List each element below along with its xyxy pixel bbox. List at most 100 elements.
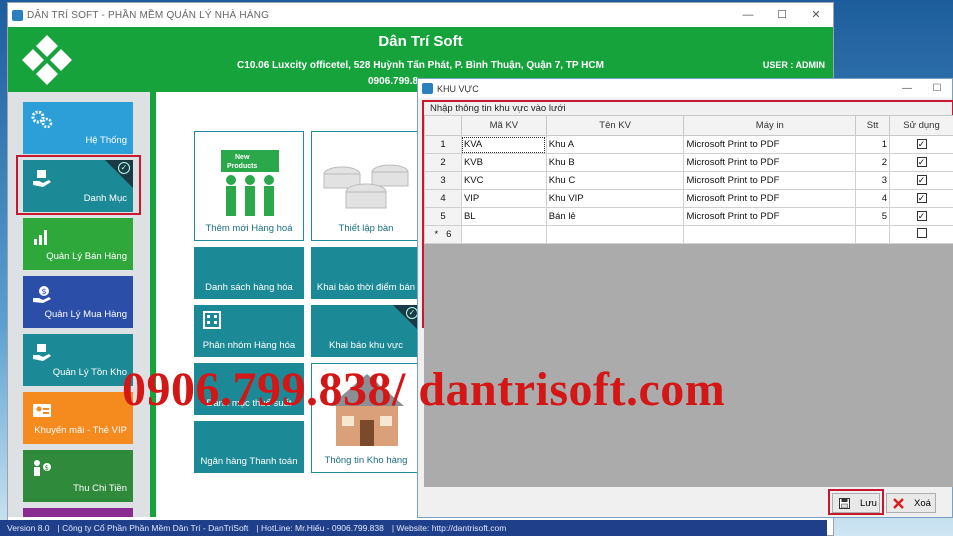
- column-header-su-dung[interactable]: Sử dụng: [889, 115, 953, 136]
- tile-label: Khai báo khu vực: [329, 340, 403, 351]
- sidebar-item-label: Hệ Thống: [85, 135, 127, 146]
- cell-ten-kv[interactable]: Khu B: [545, 153, 685, 172]
- table-row[interactable]: 2 KVB Khu B Microsoft Print to PDF 2 ✓: [424, 153, 953, 172]
- table-row[interactable]: 1 KVA Khu A Microsoft Print to PDF 1 ✓: [424, 135, 953, 154]
- cell-ten-kv[interactable]: Khu VIP: [545, 189, 685, 208]
- table-row[interactable]: 5 BL Bán lẻ Microsoft Print to PDF 5 ✓: [424, 207, 953, 226]
- tile-danh-sach-hang-hoa[interactable]: Danh sách hàng hóa: [194, 247, 304, 299]
- cell-ma-kv[interactable]: BL: [460, 207, 547, 226]
- sidebar-item-label: Quản Lý Bán Hàng: [46, 251, 127, 262]
- cell-stt[interactable]: 1: [855, 135, 891, 154]
- tile-thiet-lap-ban[interactable]: Thiết lập bàn: [311, 131, 421, 241]
- company-name: Dân Trí Soft: [378, 33, 463, 50]
- checkbox-checked[interactable]: ✓: [916, 193, 927, 203]
- checkbox-checked[interactable]: ✓: [916, 157, 927, 167]
- svg-text:Products: Products: [227, 163, 257, 170]
- cell-stt[interactable]: 5: [855, 207, 891, 226]
- save-button-highlight: [828, 489, 884, 515]
- sidebar-item-khuyen-mai[interactable]: Khuyến mãi - Thẻ VIP: [23, 392, 133, 444]
- row-header-corner: [424, 115, 462, 136]
- sidebar-item-he-thong[interactable]: Hệ Thống: [23, 102, 133, 154]
- status-website[interactable]: Website: http://dantrisoft.com: [396, 523, 506, 533]
- cell-su-dung[interactable]: ✓: [889, 189, 953, 208]
- building-icon: [203, 311, 221, 329]
- cell-may-in[interactable]: Microsoft Print to PDF: [683, 207, 857, 226]
- delete-button[interactable]: Xoá: [886, 493, 936, 513]
- row-number: 5: [424, 207, 462, 226]
- box-hand-icon: [33, 344, 51, 361]
- table-row[interactable]: 4 VIP Khu VIP Microsoft Print to PDF 4 ✓: [424, 189, 953, 208]
- cell-stt[interactable]: 3: [855, 171, 891, 190]
- cell-ten-kv[interactable]: [545, 225, 685, 244]
- svg-text:New: New: [235, 154, 250, 161]
- sidebar-item-ban-hang[interactable]: Quản Lý Bán Hàng: [23, 218, 133, 270]
- sidebar-item-ton-kho[interactable]: Quản Lý Tồn Kho: [23, 334, 133, 386]
- tile-label: Danh sách hàng hóa: [205, 282, 293, 293]
- cell-ma-kv[interactable]: [460, 225, 547, 244]
- sidebar-item-thu-chi[interactable]: $ Thu Chi Tiền: [23, 450, 133, 502]
- sidebar: Hệ Thống Danh Mục ✓ Quản Lý Bán Hàng $ Q…: [8, 92, 150, 517]
- money-people-icon: $: [34, 460, 51, 476]
- tile-them-moi-hang-hoa[interactable]: New Products Thêm mới Hàng hoá: [194, 131, 304, 241]
- column-header-stt[interactable]: Stt: [855, 115, 891, 136]
- cell-ten-kv[interactable]: Khu C: [545, 171, 685, 190]
- row-number: * 6: [424, 225, 462, 244]
- minimize-button[interactable]: —: [731, 3, 765, 27]
- checkbox-checked[interactable]: ✓: [916, 175, 927, 185]
- checkbox-unchecked[interactable]: [916, 228, 927, 238]
- row-number: 4: [424, 189, 462, 208]
- app-logo-icon: [12, 9, 23, 21]
- cell-su-dung[interactable]: ✓: [889, 153, 953, 172]
- tile-label: Thông tin Kho hàng: [324, 455, 408, 466]
- cell-su-dung[interactable]: ✓: [889, 171, 953, 190]
- cell-may-in[interactable]: Microsoft Print to PDF: [683, 171, 857, 190]
- current-user: USER : ADMIN: [762, 60, 825, 70]
- cell-su-dung[interactable]: ✓: [889, 207, 953, 226]
- khu-vuc-grid[interactable]: Mã KV Tên KV Máy in Stt Sử dụng 1 KVA Kh…: [424, 115, 953, 487]
- selection-highlight: [16, 155, 141, 215]
- company-address: C10.06 Luxcity officetel, 528 Huỳnh Tấn …: [237, 60, 604, 71]
- sidebar-item-partial[interactable]: [23, 508, 133, 517]
- tile-label: Ngân hàng Thanh toán: [200, 456, 298, 467]
- sidebar-item-label: Quản Lý Tồn Kho: [52, 367, 127, 378]
- cell-may-in[interactable]: Microsoft Print to PDF: [683, 153, 857, 172]
- table-row-new[interactable]: * 6: [424, 225, 953, 244]
- cell-ten-kv[interactable]: Khu A: [545, 135, 685, 154]
- cell-ma-kv[interactable]: KVC: [460, 171, 547, 190]
- cell-ten-kv[interactable]: Bán lẻ: [545, 207, 685, 226]
- cell-ma-kv[interactable]: VIP: [460, 189, 547, 208]
- sidebar-item-mua-hang[interactable]: $ Quản Lý Mua Hàng: [23, 276, 133, 328]
- maximize-button[interactable]: ☐: [765, 3, 799, 27]
- cell-may-in[interactable]: [683, 225, 857, 244]
- tile-ngan-hang-thanh-toan[interactable]: Ngân hàng Thanh toán: [194, 421, 304, 473]
- cell-may-in[interactable]: Microsoft Print to PDF: [683, 135, 857, 154]
- new-products-icon: New Products: [221, 150, 279, 216]
- company-phone: 0906.799.8: [368, 76, 419, 87]
- row-number-value: 6: [446, 229, 452, 240]
- close-button[interactable]: ✕: [799, 3, 833, 27]
- cell-may-in[interactable]: Microsoft Print to PDF: [683, 189, 857, 208]
- cell-stt[interactable]: [855, 225, 891, 244]
- column-header-ten-kv[interactable]: Tên KV: [545, 115, 685, 136]
- vip-card-icon: [33, 404, 51, 417]
- khu-vuc-titlebar: KHU VỰC — ☐: [418, 79, 952, 98]
- cell-ma-kv[interactable]: KVA: [460, 135, 547, 154]
- cell-stt[interactable]: 2: [855, 153, 891, 172]
- dollar-hand-icon: $: [33, 286, 51, 303]
- group-label: Nhập thông tin khu vực vào lưới: [430, 103, 566, 114]
- new-row-marker: *: [434, 229, 439, 240]
- tile-phan-nhom-hang-hoa[interactable]: Phân nhóm Hàng hóa: [194, 305, 304, 357]
- checkbox-checked[interactable]: ✓: [916, 139, 927, 149]
- column-header-may-in[interactable]: Máy in: [683, 115, 857, 136]
- tile-khai-bao-khu-vuc[interactable]: Khai báo khu vực ✓: [311, 305, 421, 357]
- cell-su-dung[interactable]: [889, 225, 953, 244]
- table-row[interactable]: 3 KVC Khu C Microsoft Print to PDF 3 ✓: [424, 171, 953, 190]
- cell-su-dung[interactable]: ✓: [889, 135, 953, 154]
- khu-vuc-table: Mã KV Tên KV Máy in Stt Sử dụng 1 KVA Kh…: [424, 115, 953, 244]
- row-number: 3: [424, 171, 462, 190]
- cell-ma-kv[interactable]: KVB: [460, 153, 547, 172]
- column-header-ma-kv[interactable]: Mã KV: [460, 115, 547, 136]
- cell-stt[interactable]: 4: [855, 189, 891, 208]
- checkbox-checked[interactable]: ✓: [916, 211, 927, 221]
- tile-khai-bao-thoi-diem-ban[interactable]: Khai báo thời điểm bán: [311, 247, 421, 299]
